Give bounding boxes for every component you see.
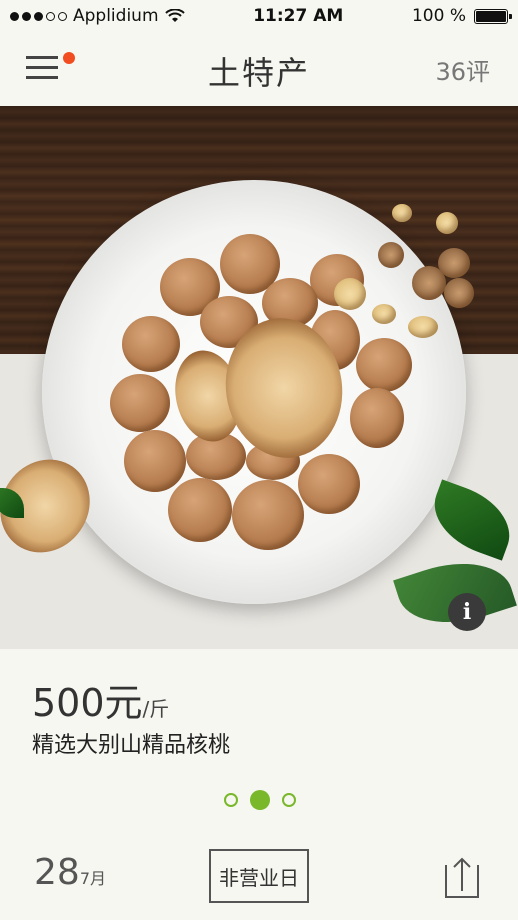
- nut-piece: [392, 204, 412, 222]
- date-day: 28: [34, 852, 80, 893]
- price-value: 500元: [32, 681, 143, 725]
- clock: 11:27 AM: [253, 6, 344, 26]
- product-price: 500元/斤: [32, 672, 169, 727]
- walnut: [124, 430, 186, 492]
- share-upload-icon[interactable]: [444, 855, 480, 899]
- status-right: 100 %: [411, 6, 512, 26]
- nav-bar: 土特产 36评: [0, 32, 518, 106]
- walnut: [350, 388, 404, 448]
- page-dot-active[interactable]: [250, 790, 270, 810]
- info-icon[interactable]: i: [448, 593, 486, 631]
- nut-piece: [408, 316, 438, 338]
- hazelnut: [412, 266, 446, 300]
- walnut: [110, 374, 170, 432]
- battery-icon: [473, 8, 512, 24]
- page-dot[interactable]: [224, 793, 238, 807]
- page-dot[interactable]: [282, 793, 296, 807]
- nut-piece: [372, 304, 396, 324]
- battery-percent: 100 %: [411, 6, 466, 26]
- nut-piece: [436, 212, 458, 234]
- nut-piece: [334, 278, 366, 310]
- price-unit: /斤: [142, 697, 170, 721]
- wifi-icon: [164, 9, 185, 22]
- page-indicator[interactable]: [224, 790, 296, 810]
- status-left: Applidium: [10, 6, 185, 26]
- date-month: 7月: [79, 869, 106, 888]
- signal-strength-icon: [10, 11, 67, 21]
- product-name: 精选大别山精品核桃: [32, 733, 231, 758]
- walnut: [232, 480, 304, 550]
- status-bar: Applidium 11:27 AM 100 %: [0, 0, 518, 32]
- walnut: [356, 338, 412, 392]
- reviews-link[interactable]: 36评: [435, 52, 490, 87]
- date-display: 287月: [34, 852, 106, 893]
- non-business-day-button[interactable]: 非营业日: [209, 849, 309, 903]
- hazelnut: [444, 278, 474, 308]
- product-image[interactable]: i: [0, 106, 518, 649]
- walnut: [122, 316, 180, 372]
- carrier-name: Applidium: [73, 6, 159, 26]
- hazelnut: [378, 242, 404, 268]
- walnut: [298, 454, 360, 514]
- walnut: [168, 478, 232, 542]
